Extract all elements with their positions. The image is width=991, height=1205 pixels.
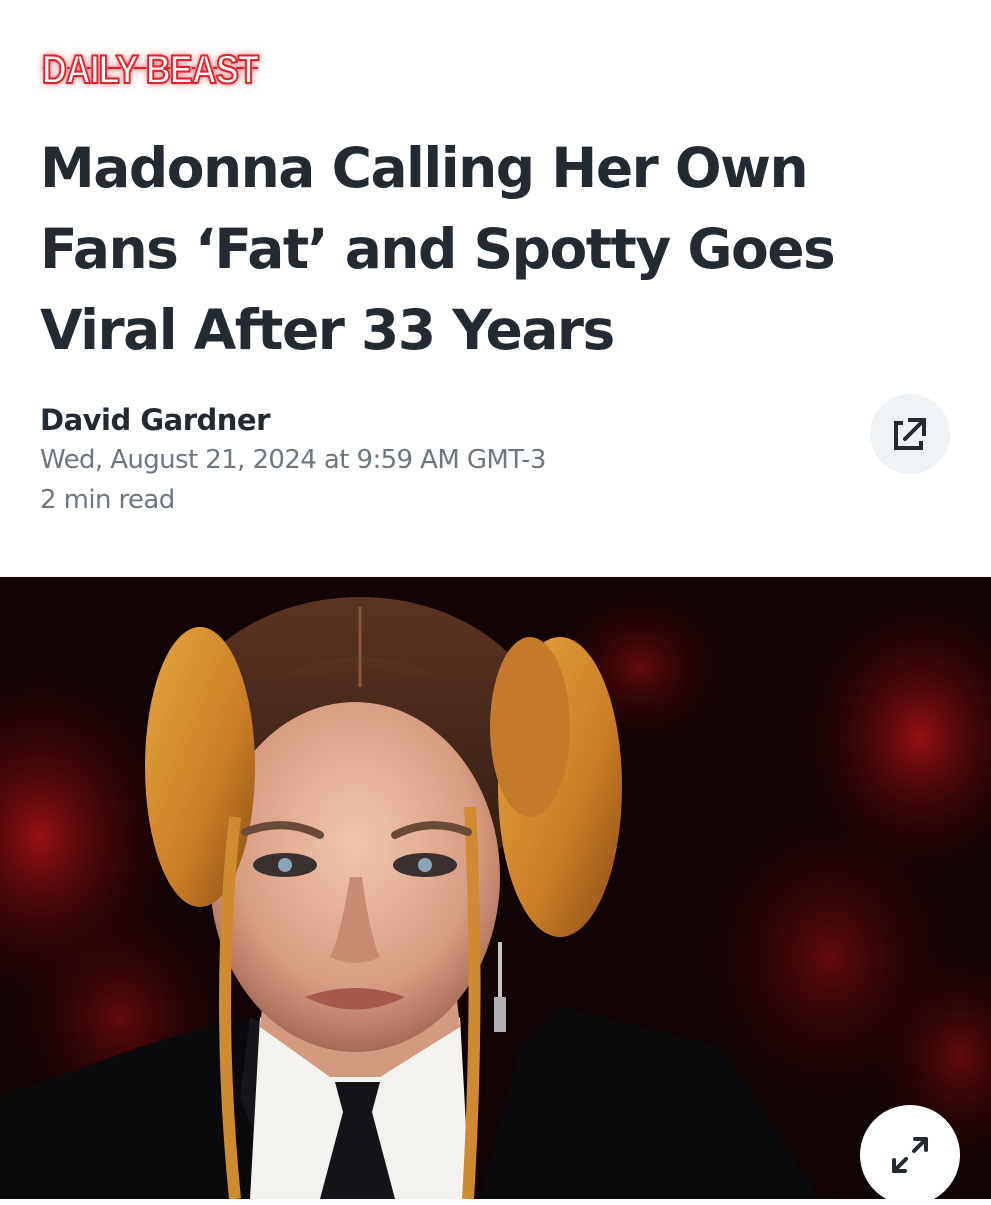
article-header: DAILY BEAST Madonna Calling Her Own Fans… bbox=[0, 0, 991, 577]
expand-arrows-icon bbox=[888, 1133, 932, 1177]
article-headline: Madonna Calling Her Own Fans ‘Fat’ and S… bbox=[40, 136, 836, 362]
share-button[interactable] bbox=[870, 394, 950, 474]
expand-image-button[interactable] bbox=[860, 1105, 960, 1205]
publisher-logo[interactable]: DAILY BEAST bbox=[41, 46, 260, 94]
byline: David Gardner Wed, August 21, 2024 at 9:… bbox=[40, 400, 546, 520]
read-time: 2 min read bbox=[40, 485, 175, 515]
author-name[interactable]: David Gardner bbox=[40, 400, 546, 440]
hero-image[interactable] bbox=[0, 577, 991, 1199]
external-link-icon bbox=[890, 414, 930, 454]
publish-date: Wed, August 21, 2024 at 9:59 AM GMT-3 bbox=[40, 445, 546, 475]
